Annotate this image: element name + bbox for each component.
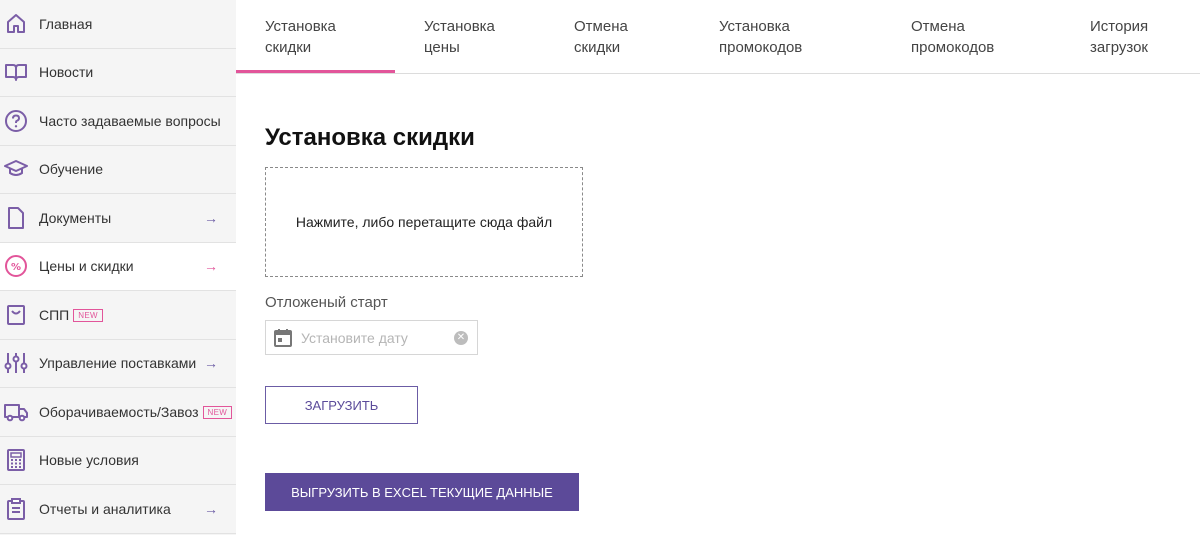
new-badge: NEW bbox=[202, 405, 233, 419]
page-title: Установка скидки bbox=[265, 124, 475, 151]
sidebar-item-documents[interactable]: Документы → bbox=[0, 194, 236, 243]
tab-upload-history[interactable]: История загрузок bbox=[1090, 16, 1148, 58]
arrow-right-icon: → bbox=[204, 500, 218, 517]
sidebar-item-label: Управление поставками bbox=[39, 355, 197, 372]
sidebar-item-new-terms[interactable]: Новые условия bbox=[0, 437, 236, 485]
book-icon bbox=[4, 60, 28, 84]
sidebar: Главная Новости Часто задаваемые вопросы… bbox=[0, 0, 236, 535]
sidebar-item-turnover[interactable]: Оборачиваемость/Завоз NEW bbox=[0, 388, 236, 437]
dropzone-text: Нажмите, либо перетащите сюда файл bbox=[295, 214, 553, 230]
sliders-icon bbox=[4, 351, 28, 375]
sidebar-item-label: Оборачиваемость/Завоз bbox=[39, 403, 199, 420]
sidebar-item-label-wrap: СПП NEW bbox=[39, 307, 103, 323]
sidebar-item-label: Цены и скидки bbox=[39, 258, 134, 275]
sidebar-item-spp[interactable]: СПП NEW bbox=[0, 291, 236, 340]
bag-icon bbox=[4, 303, 28, 327]
sidebar-item-label: Новые условия bbox=[39, 452, 139, 469]
sidebar-item-label-wrap: Оборачиваемость/Завоз NEW bbox=[39, 403, 233, 420]
tab-cancel-promocodes[interactable]: Отмена промокодов bbox=[911, 16, 994, 58]
sidebar-item-label: Новости bbox=[39, 64, 94, 81]
active-tab-indicator bbox=[236, 70, 395, 73]
tab-set-price[interactable]: Установка цены bbox=[424, 16, 495, 58]
arrow-right-icon: → bbox=[204, 355, 218, 372]
new-badge: NEW bbox=[73, 308, 103, 322]
clear-date-icon[interactable]: ✕ bbox=[454, 331, 468, 345]
truck-icon bbox=[4, 400, 28, 424]
tab-set-promocodes[interactable]: Установка промокодов bbox=[719, 16, 802, 58]
svg-text:%: % bbox=[11, 262, 21, 273]
document-icon bbox=[4, 206, 28, 230]
sidebar-item-education[interactable]: Обучение bbox=[0, 146, 236, 194]
sidebar-item-faq[interactable]: Часто задаваемые вопросы bbox=[0, 97, 236, 146]
arrow-right-icon: → bbox=[204, 209, 218, 226]
home-icon bbox=[4, 12, 28, 36]
tab-cancel-discount[interactable]: Отмена скидки bbox=[574, 16, 628, 58]
calendar-icon[interactable] bbox=[274, 328, 292, 347]
calculator-icon bbox=[4, 448, 28, 472]
sidebar-item-prices-discounts[interactable]: % Цены и скидки → bbox=[0, 242, 236, 291]
file-dropzone[interactable]: Нажмите, либо перетащите сюда файл bbox=[265, 167, 583, 277]
sidebar-item-label: Главная bbox=[39, 15, 93, 32]
sidebar-item-label: СПП bbox=[39, 306, 70, 323]
sidebar-item-label: Обучение bbox=[39, 161, 104, 178]
delayed-start-label: Отложеный старт bbox=[265, 294, 388, 311]
graduation-cap-icon bbox=[4, 157, 28, 181]
clipboard-icon bbox=[4, 497, 28, 521]
question-icon bbox=[4, 109, 28, 133]
date-picker-field[interactable]: ✕ bbox=[265, 320, 478, 355]
sidebar-item-news[interactable]: Новости bbox=[0, 49, 236, 97]
sidebar-item-reports[interactable]: Отчеты и аналитика → bbox=[0, 485, 236, 534]
arrow-right-icon: → bbox=[204, 258, 218, 275]
sidebar-item-label: Часто задаваемые вопросы bbox=[39, 112, 221, 129]
sidebar-item-label: Документы bbox=[39, 209, 112, 226]
tab-bar: Установка скидки Установка цены Отмена с… bbox=[236, 0, 1200, 74]
sidebar-item-home[interactable]: Главная bbox=[0, 0, 236, 49]
upload-button[interactable]: ЗАГРУЗИТЬ bbox=[265, 386, 418, 424]
sidebar-item-supply-management[interactable]: Управление поставками → bbox=[0, 340, 236, 388]
tab-set-discount[interactable]: Установка скидки bbox=[265, 16, 336, 58]
date-input[interactable] bbox=[301, 328, 451, 348]
sidebar-item-label: Отчеты и аналитика bbox=[39, 500, 171, 517]
percent-icon: % bbox=[4, 254, 28, 278]
export-excel-button[interactable]: ВЫГРУЗИТЬ В EXCEL ТЕКУЩИЕ ДАННЫЕ bbox=[265, 473, 579, 511]
